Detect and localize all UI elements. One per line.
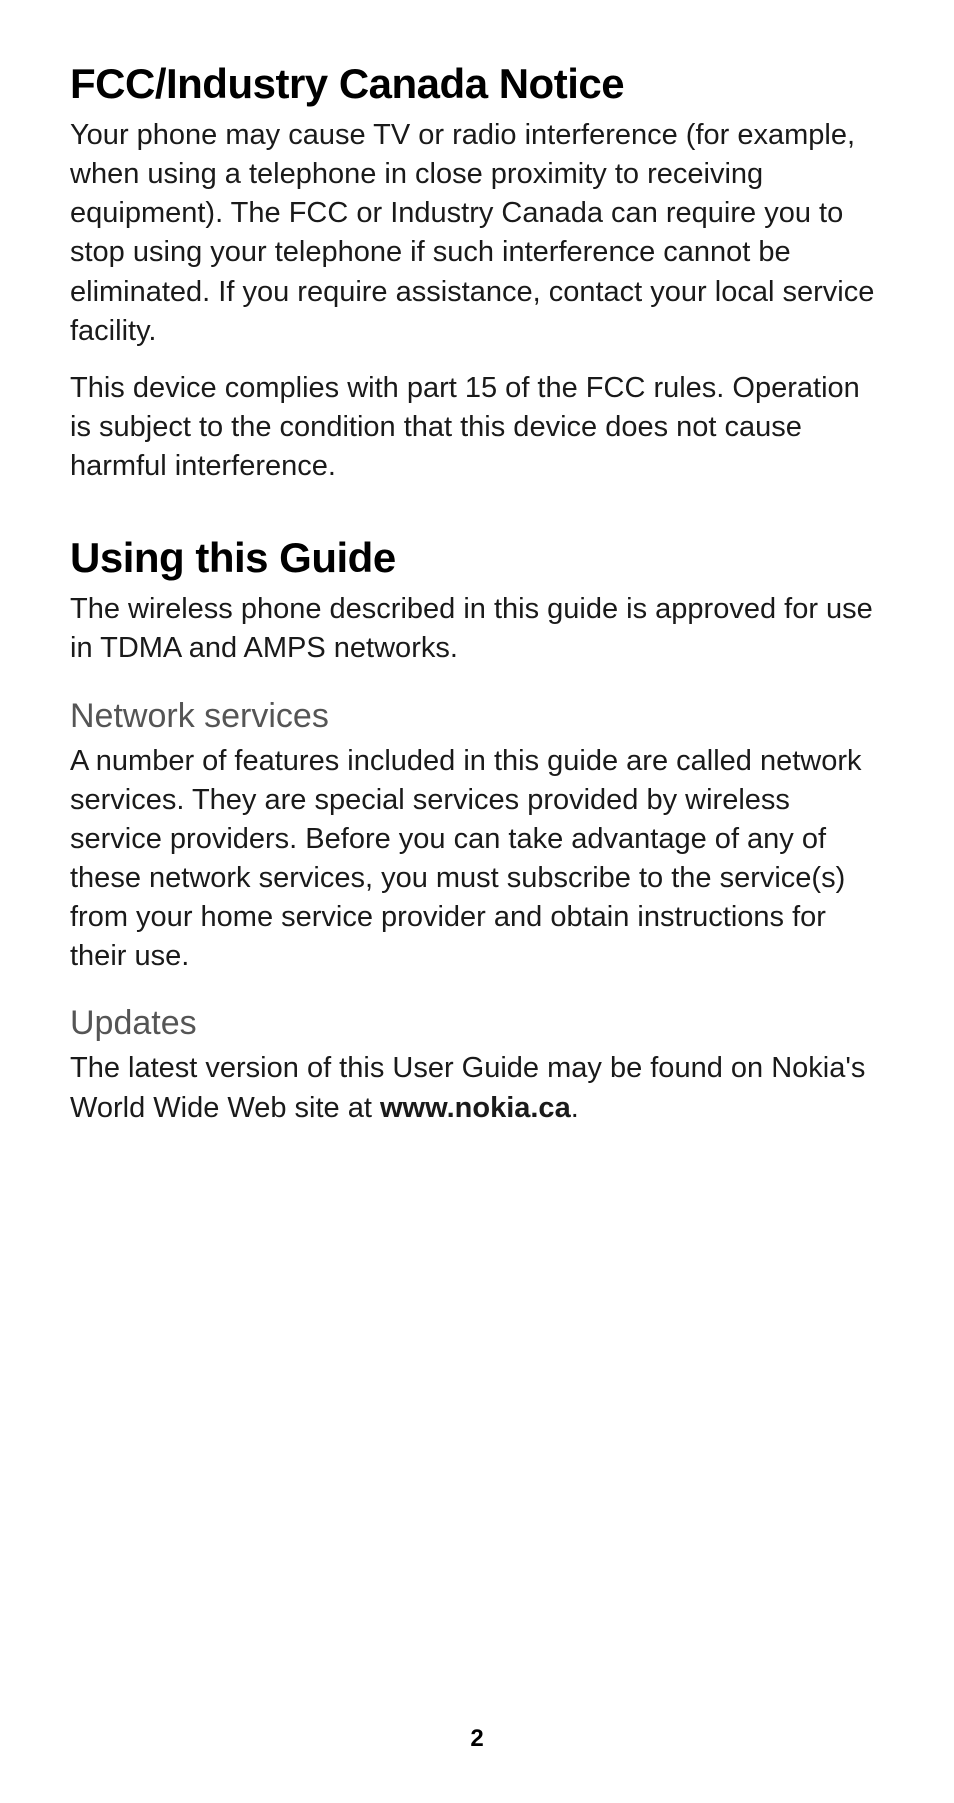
document-page: FCC/Industry Canada Notice Your phone ma… [70,60,884,1128]
subheading-updates: Updates [70,1004,884,1043]
paragraph-guide-1: The wireless phone described in this gui… [70,590,884,668]
page-number: 2 [0,1725,954,1753]
heading-using-guide: Using this Guide [70,534,884,582]
heading-fcc-notice: FCC/Industry Canada Notice [70,60,884,108]
paragraph-updates-1: The latest version of this User Guide ma… [70,1049,884,1127]
paragraph-fcc-2: This device complies with part 15 of the… [70,369,884,486]
updates-url: www.nokia.ca [380,1092,571,1124]
subheading-network-services: Network services [70,697,884,736]
paragraph-network-1: A number of features included in this gu… [70,742,884,977]
updates-text-suffix: . [571,1092,579,1124]
paragraph-fcc-1: Your phone may cause TV or radio interfe… [70,116,884,351]
